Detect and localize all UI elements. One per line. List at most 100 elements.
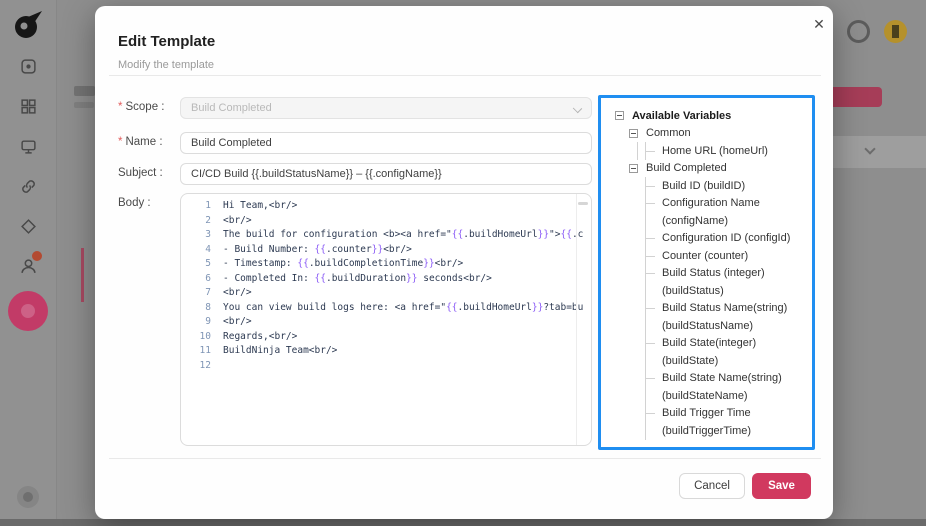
tree-item[interactable]: Configuration ID (configId) xyxy=(601,229,812,247)
bottom-strip xyxy=(0,519,926,526)
code-line: 8 You can view build logs here: <a href="… xyxy=(181,301,591,316)
code-text: <br/> xyxy=(223,287,252,298)
tree-connector xyxy=(645,212,659,230)
line-number: 8 xyxy=(205,301,211,313)
screen: ✕ Edit Template Modify the template * Sco… xyxy=(0,0,926,526)
tree-item[interactable]: Build Status (integer) xyxy=(601,264,812,282)
tree-item-label: (buildStateName) xyxy=(662,389,748,402)
subject-input[interactable] xyxy=(180,163,592,185)
tree-item[interactable]: Counter (counter) xyxy=(601,247,812,265)
tree-item-label: Build Status Name(string) xyxy=(662,302,788,315)
monitor-icon xyxy=(21,140,36,154)
chevron-down-icon xyxy=(864,143,876,155)
chevron-down-icon xyxy=(572,103,583,114)
background-select xyxy=(826,136,926,168)
tree-item[interactable]: Build State Name(string) xyxy=(601,369,812,387)
tree-item[interactable]: Build Trigger Time xyxy=(601,404,812,422)
tree-item[interactable]: (buildStatus) xyxy=(601,282,812,300)
tree-item-label: (buildStatusName) xyxy=(662,319,754,332)
editor-gutter xyxy=(576,194,577,445)
tree-item[interactable]: Build Status Name(string) xyxy=(601,299,812,317)
tree-connector xyxy=(645,334,659,352)
tree-connector xyxy=(645,369,659,387)
line-number: 1 xyxy=(205,200,211,211)
code-text: <br/> xyxy=(223,316,252,327)
code-line: 11 BuildNinja Team<br/> xyxy=(181,344,591,359)
tree-item-label: Build ID (buildID) xyxy=(662,179,746,192)
tree-connector xyxy=(645,142,659,160)
code-text: - Build Number: {{.counter}}<br/> xyxy=(223,243,412,255)
tree-item[interactable]: Build ID (buildID) xyxy=(601,177,812,195)
close-icon[interactable]: ✕ xyxy=(809,14,829,34)
code-line: 6 - Completed In: {{.buildDuration}} seco… xyxy=(181,272,591,287)
tree-item-label: (buildState) xyxy=(662,354,719,367)
code-line: 1 Hi Team,<br/> xyxy=(181,199,591,214)
tree-item-label: Build Trigger Time xyxy=(662,407,751,420)
tree-item[interactable]: (buildState) xyxy=(601,352,812,370)
save-button[interactable]: Save xyxy=(752,473,811,499)
code-line: 12 xyxy=(181,359,591,374)
line-number: 9 xyxy=(205,316,211,327)
code-line: 7 <br/> xyxy=(181,286,591,301)
tree-item[interactable]: Home URL (homeUrl) xyxy=(601,142,812,160)
tree-connector xyxy=(645,317,659,335)
tree-connector xyxy=(645,404,659,422)
tree-item[interactable]: (configName) xyxy=(601,212,812,230)
tree-item-label: Build State(integer) xyxy=(662,337,757,350)
line-number: 3 xyxy=(205,229,211,240)
tree-connector xyxy=(645,177,659,195)
notification-dot xyxy=(32,251,42,261)
tree-item[interactable]: Configuration Name xyxy=(601,194,812,212)
code-line: 4 - Build Number: {{.counter}}<br/> xyxy=(181,243,591,258)
collapse-icon[interactable] xyxy=(629,163,638,173)
line-number: 4 xyxy=(205,243,211,255)
tree-item-label: Configuration ID (configId) xyxy=(662,232,791,245)
code-text: - Completed In: {{.buildDuration}} secon… xyxy=(223,272,492,284)
tree-item[interactable]: (buildTriggerTime) xyxy=(601,422,812,440)
background-subheading xyxy=(74,102,94,108)
collapse-icon[interactable] xyxy=(629,128,638,138)
code-text: Regards,<br/> xyxy=(223,330,298,342)
pipeline-icon xyxy=(21,219,36,234)
app-logo-icon xyxy=(15,11,42,38)
line-number: 5 xyxy=(205,258,211,269)
tree-group[interactable]: Common xyxy=(601,125,812,143)
collapse-icon[interactable] xyxy=(615,111,624,121)
tree-item[interactable]: Build State(integer) xyxy=(601,334,812,352)
scope-select: Build Completed xyxy=(180,97,592,119)
selected-row-accent xyxy=(81,248,84,302)
footer-divider xyxy=(109,458,821,459)
tree-group[interactable]: Build Completed xyxy=(601,160,812,178)
body-editor[interactable]: 1 Hi Team,<br/> 2 <br/> 3 The build for confi… xyxy=(180,193,592,446)
link-icon xyxy=(22,180,35,193)
header-divider xyxy=(109,75,821,76)
code-text: You can view build logs here: <a href="{… xyxy=(223,301,584,313)
code-text: <br/> xyxy=(223,214,252,226)
page-title: Edit Template xyxy=(118,33,216,50)
code-line: 10 Regards,<br/> xyxy=(181,330,591,345)
tree-item[interactable]: (buildStateName) xyxy=(601,387,812,405)
name-input[interactable] xyxy=(180,132,592,154)
tree-item-label: Configuration Name xyxy=(662,197,760,210)
tree-group[interactable]: Available Variables xyxy=(601,107,812,125)
available-variables-panel: Available Variables Common Home URL (homeU… xyxy=(598,95,815,450)
subject-label: Subject : xyxy=(118,167,163,179)
help-icon xyxy=(847,20,870,43)
user-avatar xyxy=(884,20,907,43)
line-number: 6 xyxy=(205,272,211,284)
tree-group-label: Build Completed xyxy=(646,162,727,175)
line-number: 10 xyxy=(199,330,211,342)
required-asterisk: * xyxy=(118,101,123,113)
cancel-button[interactable]: Cancel xyxy=(679,473,745,499)
tree-item-label: Build State Name(string) xyxy=(662,372,782,385)
line-number: 12 xyxy=(199,359,211,371)
tree-connector xyxy=(645,229,659,247)
editor-scrollbar[interactable] xyxy=(578,202,588,205)
tree-item-label: Counter (counter) xyxy=(662,249,749,262)
code-text: - Timestamp: {{.buildCompletionTime}}<br… xyxy=(223,258,464,269)
tree-connector xyxy=(645,247,659,265)
code-text: BuildNinja Team<br/> xyxy=(223,345,338,356)
tree-item[interactable]: (buildStatusName) xyxy=(601,317,812,335)
dashboard-icon xyxy=(21,59,36,74)
bottom-avatar xyxy=(17,486,39,508)
